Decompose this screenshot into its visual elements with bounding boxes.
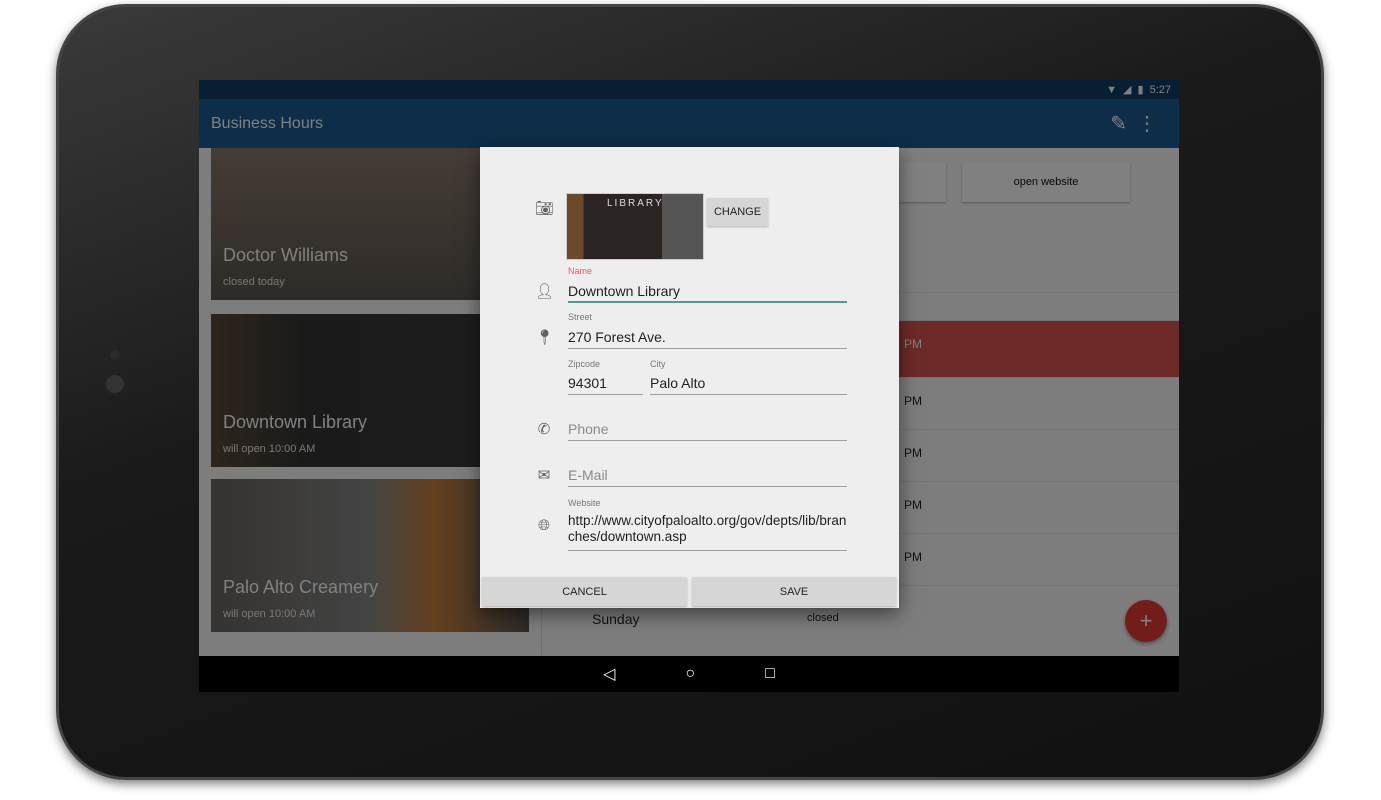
hours-text: PM [904,337,922,351]
cancel-button[interactable]: CANCEL [482,577,687,606]
camera-icon: 📷︎ [535,200,555,217]
battery-icon: ▮ [1137,84,1144,96]
hours-text: PM [904,498,922,512]
home-icon[interactable]: ○ [685,665,695,683]
speaker [110,350,120,360]
hours-text: closed [807,612,839,624]
card-status: will open 10:00 AM [223,608,316,620]
change-photo-button[interactable]: CHANGE [707,198,768,226]
card-name: Downtown Library [223,412,368,432]
phone-input[interactable]: Phone [568,419,847,441]
website-input[interactable]: http://www.cityofpaloalto.org/gov/depts/… [568,513,847,551]
email-input[interactable]: E-Mail [568,465,847,487]
save-button[interactable]: SAVE [692,577,896,606]
signal-icon: ◢ [1123,84,1132,96]
location-pin-icon: 📍︎ [535,329,555,346]
name-label: Name [568,266,593,276]
day-label: Sunday [592,611,640,627]
email-icon: ✉ [537,467,551,484]
hours-text: PM [904,394,922,408]
card-status: closed today [223,276,285,288]
street-label: Street [568,312,593,322]
pencil-icon[interactable]: ✎ [1110,111,1127,136]
street-input[interactable]: 270 Forest Ave. [568,327,847,349]
zipcode-input[interactable]: 94301 [568,373,643,395]
person-icon: 👤︎ [535,283,555,300]
back-icon[interactable]: ◁ [603,664,615,684]
clock: 5:27 [1149,83,1171,96]
city-label: City [650,359,666,369]
city-input[interactable]: Palo Alto [650,373,847,395]
more-vert-icon[interactable]: ⋮ [1137,111,1157,136]
business-photo: LIBRARY [566,193,704,260]
hours-text: PM [904,446,922,460]
screen: ▼ ◢ ▮ 5:27 Business Hours ✎ ⋮ Doctor Willia… [199,80,1179,692]
wifi-icon: ▼ [1106,83,1118,96]
recents-icon[interactable]: □ [765,665,775,683]
add-button[interactable]: + [1125,600,1167,642]
hours-text: PM [904,550,922,564]
phone-icon: ✆ [537,421,551,438]
edit-dialog: 📷︎ LIBRARY CHANGE Name 👤︎ Downtown Libra… [480,147,899,608]
app-title: Business Hours [211,115,324,132]
camera [103,372,127,396]
card-status: will open 10:00 AM [223,443,316,455]
zipcode-label: Zipcode [568,359,601,369]
nav-bar: ◁ ○ □ [199,656,1179,692]
website-label: Website [568,498,601,508]
globe-icon: 🌐︎ [537,517,550,534]
status-bar: ▼ ◢ ▮ 5:27 [199,80,1179,99]
toolbar: Business Hours ✎ ⋮ [199,99,1179,148]
open-website-button[interactable]: open website [962,162,1130,202]
name-input[interactable]: Downtown Library [568,281,847,303]
card-name: Doctor Williams [223,245,349,265]
card-name: Palo Alto Creamery [223,577,379,597]
